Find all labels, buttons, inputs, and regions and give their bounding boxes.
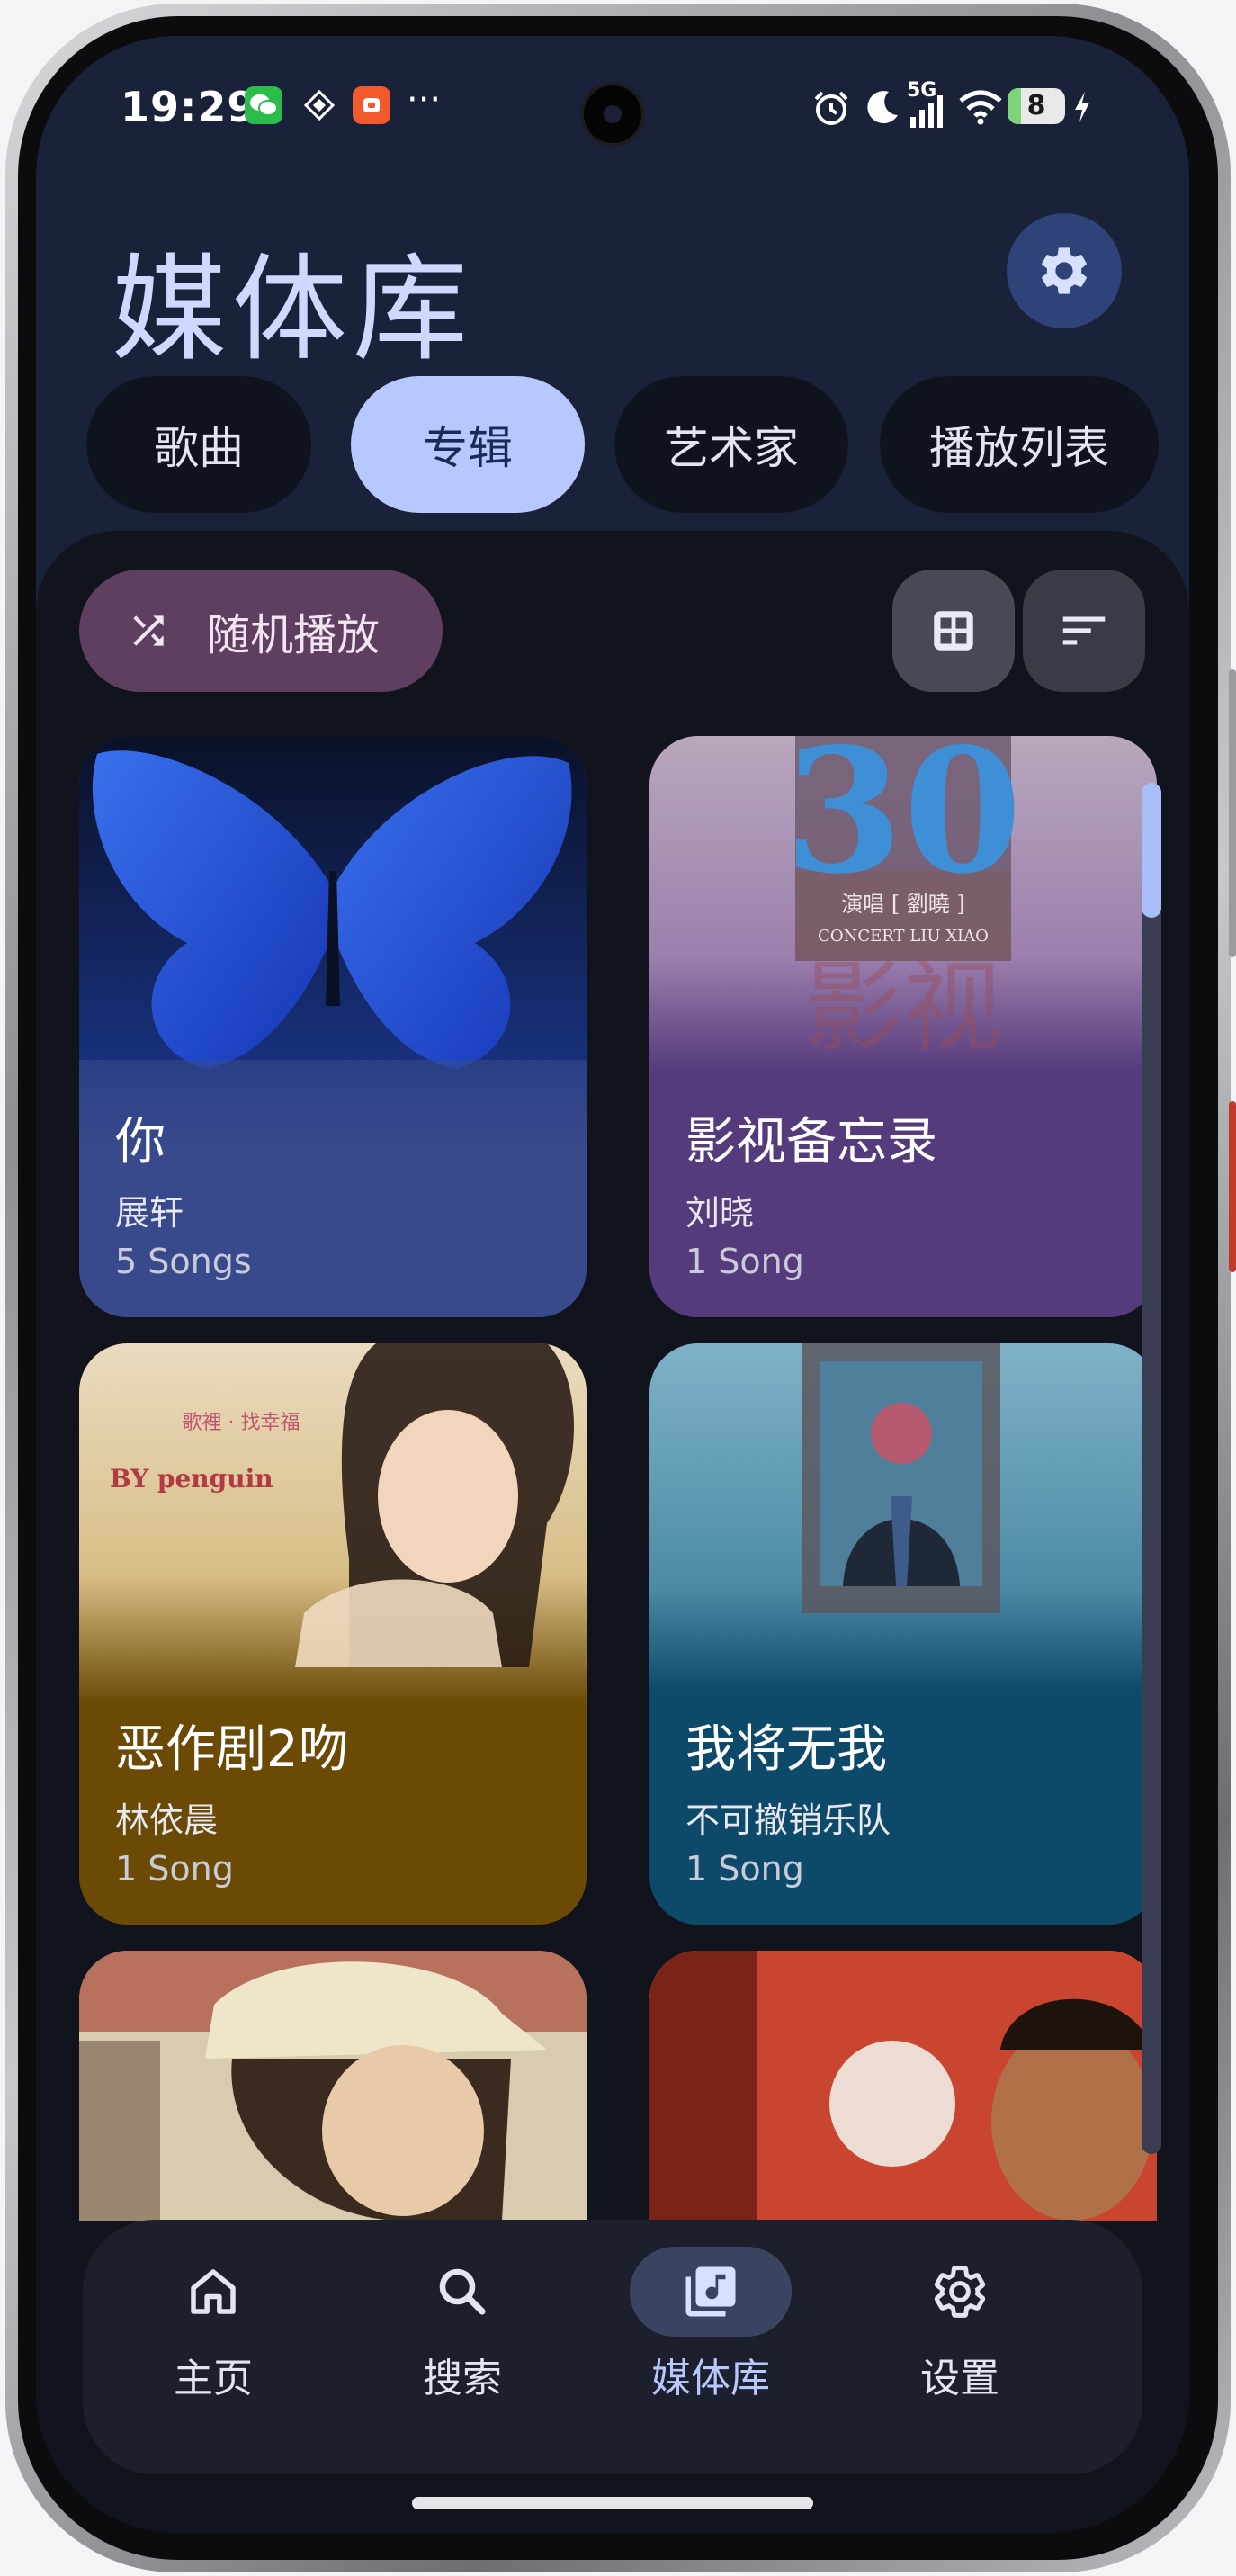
album-card[interactable]: 30 演唱 [ 劉曉 ] CONCERT LIU XIAO 影视 影视备忘录 刘… [649, 736, 1157, 1317]
cover-number: 30 [784, 736, 1022, 911]
album-title: 你 [115, 1113, 166, 1171]
album-song-count: 5 Songs [115, 1242, 252, 1281]
album-card[interactable]: 歌裡 · 找幸福 BY penguin 恶作剧2吻 林依晨 1 Song [79, 1343, 587, 1925]
nav-label: 搜索 [423, 2356, 502, 2401]
album-title: 影视备忘录 [685, 1113, 937, 1171]
grid-view-button[interactable] [892, 570, 1015, 692]
app-notification-icon [353, 86, 390, 124]
tab-label: 歌曲 [154, 422, 244, 474]
tab-playlists[interactable]: 播放列表 [880, 376, 1159, 513]
tab-songs[interactable]: 歌曲 [86, 376, 311, 513]
power-button [1229, 1101, 1236, 1272]
scrollbar-track[interactable] [1142, 903, 1161, 2154]
album-title: 我将无我 [685, 1720, 887, 1779]
status-time: 19:29 [121, 83, 257, 131]
status-bar: 19:29 ··· 5G 8 [36, 36, 1189, 189]
album-song-count: 1 Song [115, 1849, 234, 1889]
album-title: 恶作剧2吻 [115, 1720, 349, 1779]
nav-search[interactable]: 搜索 [354, 2247, 570, 2403]
library-music-icon [685, 2266, 736, 2317]
nav-label: 媒体库 [651, 2356, 770, 2401]
screen: 19:29 ··· 5G 8 媒体库 歌曲 专辑 艺术家 播放列表 随机播放 你… [36, 36, 1189, 2533]
search-icon [439, 2268, 486, 2315]
scrollbar-thumb[interactable] [1142, 783, 1161, 918]
nav-home[interactable]: 主页 [105, 2247, 321, 2403]
nav-library[interactable]: 媒体库 [603, 2247, 819, 2403]
nav-icon-container [132, 2247, 294, 2337]
front-camera [584, 85, 641, 143]
moon-icon [864, 88, 901, 130]
cover-concert: CONCERT LIU XIAO [818, 927, 989, 946]
alarm-icon [811, 88, 851, 131]
album-info: 我将无我 不可撤销乐队 1 Song [685, 1709, 891, 1889]
nav-label: 设置 [920, 2356, 999, 2401]
album-song-count: 1 Song [685, 1242, 804, 1281]
cover-performer: 演唱 [ 劉曉 ] [841, 892, 965, 917]
album-card[interactable] [79, 1951, 587, 2221]
wifi-icon [957, 88, 1004, 130]
grid-icon [934, 611, 973, 651]
nav-icon-container [381, 2247, 543, 2337]
battery-indicator: 8 [1008, 88, 1065, 124]
album-artist: 不可撤销乐队 [685, 1800, 891, 1840]
wechat-icon [245, 86, 282, 124]
album-cover-cap [79, 1951, 587, 2221]
album-song-count: 1 Song [685, 1849, 804, 1889]
nav-icon-container [879, 2247, 1041, 2337]
nav-settings[interactable]: 设置 [852, 2247, 1068, 2403]
battery-level: 8 [1026, 90, 1046, 121]
album-card[interactable]: 你 展轩 5 Songs [79, 736, 587, 1317]
album-info: 影视备忘录 刘晓 1 Song [685, 1101, 937, 1281]
diamond-icon [300, 86, 338, 124]
nav-label: 主页 [174, 2356, 253, 2401]
tab-label: 专辑 [423, 422, 513, 474]
sort-button[interactable] [1023, 570, 1145, 692]
cover-big-text: 影视 [804, 950, 1002, 1065]
page-title: 媒体库 [112, 243, 474, 377]
tab-albums[interactable]: 专辑 [351, 376, 585, 513]
album-artist: 展轩 [115, 1193, 184, 1233]
tab-artists[interactable]: 艺术家 [614, 376, 848, 513]
settings-button[interactable] [1007, 213, 1122, 328]
signal-icon [907, 94, 948, 133]
volume-button [1229, 669, 1236, 957]
shuffle-label: 随机播放 [207, 610, 381, 660]
more-notifications-icon: ··· [407, 79, 442, 121]
home-icon [191, 2269, 236, 2314]
gear-icon [1042, 247, 1087, 294]
cover-text-line1: 歌裡 · 找幸福 [183, 1412, 300, 1434]
gear-icon [934, 2266, 986, 2318]
shuffle-icon [133, 615, 164, 646]
album-cover-disc [649, 1951, 1157, 2221]
tab-label: 艺术家 [664, 422, 799, 474]
bottom-navigation: 主页 搜索 媒体库 设置 [83, 2220, 1142, 2474]
cover-text-line2: BY penguin [110, 1464, 273, 1494]
home-indicator[interactable] [412, 2497, 813, 2509]
sort-icon [1062, 616, 1106, 645]
tab-label: 播放列表 [929, 422, 1109, 474]
album-artist: 林依晨 [115, 1800, 219, 1840]
album-card[interactable]: 我将无我 不可撤销乐队 1 Song [649, 1343, 1157, 1925]
album-artist: 刘晓 [685, 1193, 755, 1233]
shuffle-play-button[interactable]: 随机播放 [79, 570, 443, 692]
nav-icon-container [630, 2247, 792, 2337]
album-info: 恶作剧2吻 林依晨 1 Song [115, 1709, 349, 1889]
charging-icon [1072, 90, 1092, 128]
album-info: 你 展轩 5 Songs [115, 1101, 252, 1281]
album-card[interactable] [649, 1951, 1157, 2221]
